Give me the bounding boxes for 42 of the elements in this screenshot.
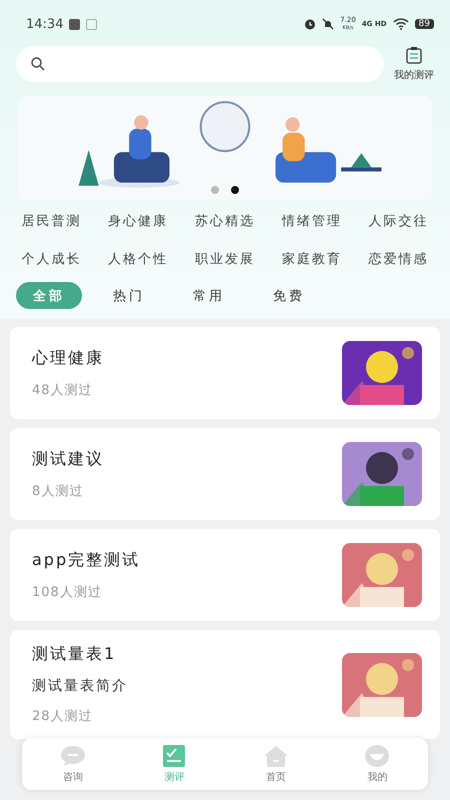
category-link[interactable]: 人格个性 (94, 250, 182, 268)
search-icon (30, 56, 46, 72)
filter-tab[interactable]: 常用 (176, 282, 242, 309)
test-count: 48人测过 (32, 382, 94, 398)
category-link[interactable]: 恋爱情感 (355, 250, 442, 268)
test-card[interactable]: 测试量表1 测试量表简介 28人测过 (10, 630, 440, 739)
nav-tab[interactable]: 咨询 (22, 738, 124, 790)
battery-level: 89 (414, 19, 434, 29)
filter-tab[interactable]: 免费 (256, 282, 322, 309)
status-time: 14:34 (26, 16, 64, 32)
test-title: 测试建议 (32, 448, 105, 470)
test-count: 28人测过 (32, 708, 94, 725)
test-card[interactable]: app完整测试 108人测过 (10, 529, 440, 621)
test-card[interactable]: 心理健康 48人测过 (10, 327, 440, 419)
category-link[interactable]: 身心健康 (94, 212, 182, 230)
clipboard-icon (405, 46, 423, 64)
wifi-icon (392, 18, 409, 30)
checklist-icon (163, 744, 186, 766)
test-count: 108人测过 (32, 584, 103, 600)
search-field[interactable] (16, 46, 384, 82)
category-link[interactable]: 职业发展 (182, 250, 268, 268)
test-card[interactable]: 测试建议 8人测过 (10, 428, 440, 520)
nav-tab[interactable]: 我的 (326, 738, 428, 790)
test-title: 测试量表1 (32, 644, 118, 665)
mute-icon (322, 18, 334, 30)
category-link[interactable]: 苏心精选 (182, 212, 268, 230)
test-title: app完整测试 (32, 550, 142, 570)
category-link[interactable]: 情绪管理 (268, 212, 356, 230)
nav-tab[interactable]: 首页 (225, 738, 326, 790)
my-tests-button[interactable]: 我的测评 (394, 46, 434, 82)
test-count: 8人测过 (32, 482, 84, 500)
category-link[interactable]: 个人成长 (8, 250, 95, 268)
test-title: 心理健康 (32, 348, 105, 368)
test-description: 测试量表简介 (32, 677, 129, 695)
category-link[interactable]: 居民普测 (8, 212, 95, 230)
category-link[interactable]: 人际交往 (355, 212, 442, 230)
alarm-icon (304, 18, 316, 30)
chat-bubble-icon (60, 744, 86, 766)
category-link[interactable]: 家庭教育 (268, 250, 356, 268)
home-icon (262, 744, 289, 766)
smiley-icon (365, 744, 390, 766)
filter-tab[interactable]: 热门 (96, 282, 162, 309)
